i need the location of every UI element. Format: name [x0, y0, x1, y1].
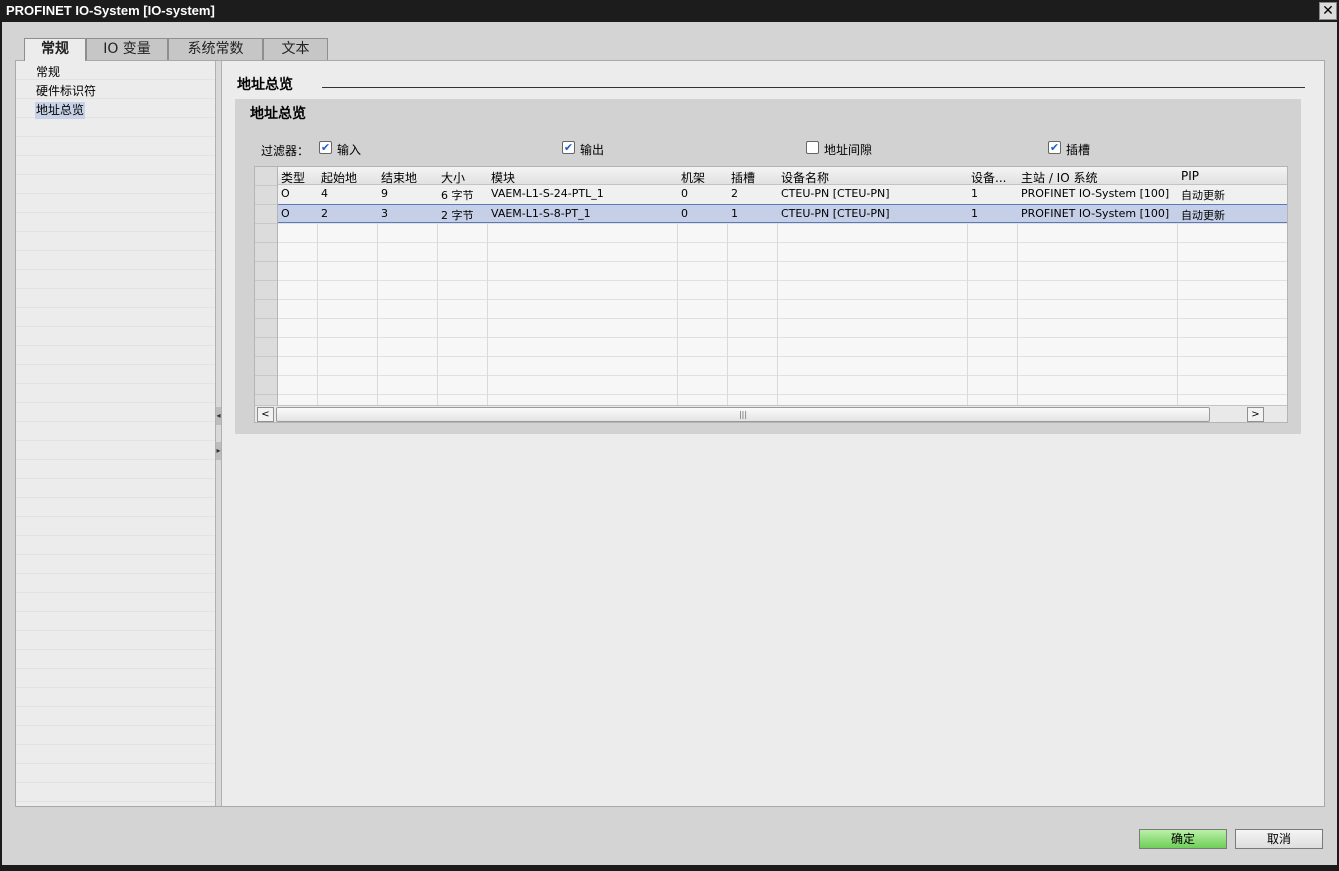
column-header-end-address[interactable]: 结束地 [381, 169, 435, 186]
cell-rack: 0 [681, 207, 688, 220]
cell-module: VAEM-L1-S-24-PTL_1 [491, 187, 604, 200]
column-header-type[interactable]: 类型 [281, 169, 315, 186]
nav-item-general[interactable]: 常规 [35, 64, 61, 81]
close-icon[interactable]: ✕ [1319, 2, 1337, 20]
column-header-device-name[interactable]: 设备名称 [781, 169, 965, 186]
table-row[interactable]: O 4 9 6 字节 VAEM-L1-S-24-PTL_1 0 2 CTEU-P… [278, 185, 1287, 204]
filter-address-gaps-label: 地址间隙 [824, 143, 873, 157]
tab-general[interactable]: 常规 [24, 38, 86, 61]
horizontal-scrollbar[interactable]: < ||| > [255, 405, 1287, 422]
nav-item-address-overview[interactable]: 地址总览 [35, 102, 86, 119]
cell-device-name: CTEU-PN [CTEU-PN] [781, 187, 890, 200]
column-header-rack[interactable]: 机架 [681, 169, 725, 186]
table-body: 类型 起始地 结束地 大小 模块 机架 插槽 设备名称 设备... 主站 / I… [278, 167, 1287, 405]
table-row-selected[interactable]: O 2 3 2 字节 VAEM-L1-S-8-PT_1 0 1 CTEU-PN … [278, 204, 1287, 223]
cell-pip: 自动更新 [1181, 189, 1225, 202]
resize-grip-icon[interactable] [1329, 861, 1339, 871]
address-table: 类型 起始地 结束地 大小 模块 机架 插槽 设备名称 设备... 主站 / I… [254, 166, 1288, 423]
cell-pip: 自动更新 [1181, 209, 1225, 222]
section-divider [322, 87, 1305, 88]
scrollbar-thumb[interactable]: ||| [276, 407, 1210, 422]
tab-panel: 常规 硬件标识符 地址总览 ◂ ▸ 地址总览 地址总览 过滤器： ✔ 输入 ✔ … [15, 60, 1325, 807]
cell-type: O [281, 207, 290, 220]
cell-size: 6 字节 [441, 189, 474, 202]
column-header-start-address[interactable]: 起始地 [321, 169, 375, 186]
cancel-button[interactable]: 取消 [1235, 829, 1323, 849]
table-header-row: 类型 起始地 结束地 大小 模块 机架 插槽 设备名称 设备... 主站 / I… [278, 167, 1287, 186]
cell-device-name: CTEU-PN [CTEU-PN] [781, 207, 890, 220]
check-icon[interactable]: ✔ [1048, 141, 1061, 154]
panel-splitter[interactable]: ◂ ▸ [215, 61, 222, 806]
chevron-right-icon[interactable]: ▸ [216, 442, 221, 460]
column-header-module[interactable]: 模块 [491, 169, 675, 186]
tab-io-tags[interactable]: IO 变量 [86, 38, 168, 60]
column-header-master-io-system[interactable]: 主站 / IO 系统 [1021, 169, 1175, 186]
ok-button[interactable]: 确定 [1139, 829, 1227, 849]
chevron-left-icon[interactable]: ◂ [216, 407, 221, 425]
filter-inputs-label: 输入 [337, 143, 362, 157]
column-header-size[interactable]: 大小 [441, 169, 485, 186]
cell-master-io-system: PROFINET IO-System [100] [1021, 207, 1170, 220]
cell-slot: 1 [731, 207, 738, 220]
cell-type: O [281, 187, 290, 200]
section-title: 地址总览 [237, 77, 293, 93]
checkbox-empty-icon[interactable] [806, 141, 819, 154]
row-header-gutter[interactable] [255, 167, 278, 405]
column-header-slot[interactable]: 插槽 [731, 169, 775, 186]
address-overview-group: 地址总览 过滤器： ✔ 输入 ✔ 输出 地址间隙 ✔ 插槽 类型 起始地 结束地… [235, 99, 1301, 434]
title-bar: PROFINET IO-System [IO-system] ✕ [0, 0, 1339, 22]
left-navigation: 常规 硬件标识符 地址总览 [16, 61, 215, 806]
filter-outputs-label: 输出 [580, 143, 605, 157]
properties-dialog: 常规 IO 变量 系统常数 文本 常规 硬件标识符 地址总览 ◂ ▸ 地址总览 … [2, 22, 1337, 865]
cell-device-number: 1 [971, 207, 978, 220]
chevron-left-icon[interactable]: < [257, 407, 274, 422]
cell-slot: 2 [731, 187, 738, 200]
cell-rack: 0 [681, 187, 688, 200]
cell-end-address: 9 [381, 187, 388, 200]
tab-system-constants[interactable]: 系统常数 [168, 38, 263, 60]
check-icon[interactable]: ✔ [562, 141, 575, 154]
content-area: 地址总览 地址总览 过滤器： ✔ 输入 ✔ 输出 地址间隙 ✔ 插槽 类型 起始… [222, 61, 1324, 806]
filter-slots-label: 插槽 [1066, 143, 1091, 157]
cell-start-address: 2 [321, 207, 328, 220]
chevron-right-icon[interactable]: > [1247, 407, 1264, 422]
cell-end-address: 3 [381, 207, 388, 220]
check-icon[interactable]: ✔ [319, 141, 332, 154]
cell-master-io-system: PROFINET IO-System [100] [1021, 187, 1170, 200]
filter-label: 过滤器： [261, 144, 310, 158]
column-header-pip[interactable]: PIP [1181, 169, 1281, 183]
cell-device-number: 1 [971, 187, 978, 200]
nav-item-hardware-identifier[interactable]: 硬件标识符 [35, 83, 97, 100]
window-bottom-border [0, 865, 1339, 871]
window-title: PROFINET IO-System [IO-system] [6, 3, 215, 18]
cell-start-address: 4 [321, 187, 328, 200]
cell-module: VAEM-L1-S-8-PT_1 [491, 207, 591, 220]
tab-texts[interactable]: 文本 [263, 38, 328, 60]
group-title: 地址总览 [250, 106, 306, 122]
cell-size: 2 字节 [441, 209, 474, 222]
column-header-device-number[interactable]: 设备... [971, 169, 1015, 186]
